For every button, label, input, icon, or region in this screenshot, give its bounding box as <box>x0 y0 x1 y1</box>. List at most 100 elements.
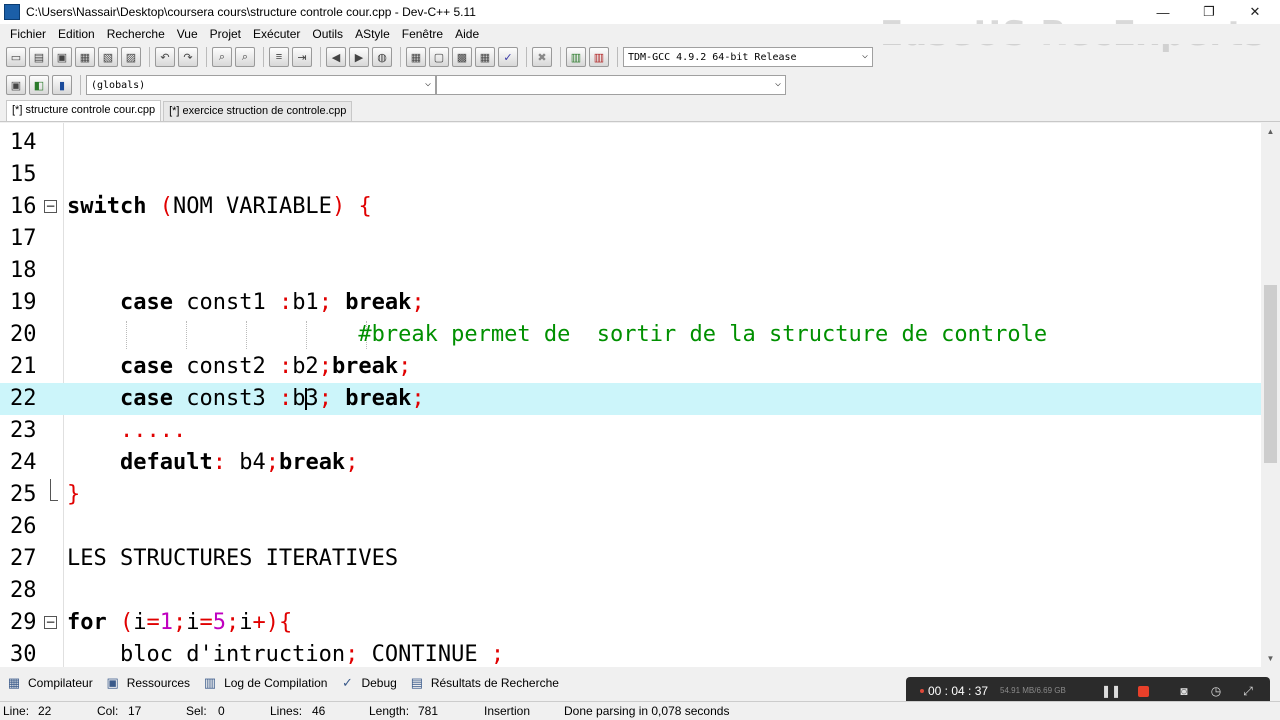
run-icon[interactable]: ▢ <box>429 47 449 67</box>
line-number: 26 <box>10 514 37 539</box>
save-icon[interactable]: ▣ <box>52 47 72 67</box>
status-col-label: Col: <box>97 704 119 718</box>
menu-recherche[interactable]: Recherche <box>101 27 171 41</box>
open-file-icon[interactable]: ▤ <box>29 47 49 67</box>
menu-outils[interactable]: Outils <box>306 27 349 41</box>
profile-icon[interactable]: ▥ <box>566 47 586 67</box>
vertical-scrollbar[interactable]: ▲ ▼ <box>1261 123 1280 667</box>
fullscreen-icon[interactable]: ⤢ <box>1240 683 1256 699</box>
chevron-down-icon: ⌵ <box>424 78 431 89</box>
close-file-icon[interactable]: ▧ <box>98 47 118 67</box>
line-number: 15 <box>10 162 37 187</box>
find-icon[interactable]: ⌕ <box>212 47 232 67</box>
delete-profile-icon[interactable]: ▥ <box>589 47 609 67</box>
devcpp-app-icon <box>4 4 20 20</box>
status-lines-value: 46 <box>312 704 326 718</box>
menu-astyle[interactable]: AStyle <box>349 27 396 41</box>
indent-icon[interactable]: ◀ <box>326 47 346 67</box>
code-line: 30 bloc d'intruction; CONTINUE ; <box>0 639 1261 667</box>
menu-aide[interactable]: Aide <box>449 27 485 41</box>
print-icon[interactable]: ▨ <box>121 47 141 67</box>
pause-icon[interactable]: ❚❚ <box>1101 683 1121 699</box>
toggle-bookmark-icon[interactable]: ▮ <box>52 75 72 95</box>
save-all-icon[interactable]: ▦ <box>75 47 95 67</box>
toolbar-separator <box>80 75 81 95</box>
new-project-icon[interactable]: ▣ <box>6 75 26 95</box>
compiler-select[interactable]: TDM-GCC 4.9.2 64-bit Release ⌵ <box>623 47 873 67</box>
screenshot-icon[interactable]: ◙ <box>1176 683 1192 699</box>
code-editor[interactable]: 14 15 16 − switch (NOM VARIABLE) { 17 18… <box>0 123 1261 667</box>
line-number: 27 <box>10 546 37 571</box>
class-toolbar: ▣ ◧ ▮ (globals) ⌵ ⌵ <box>0 72 1280 98</box>
insert-icon[interactable]: ◧ <box>29 75 49 95</box>
goto-function-icon[interactable]: ⇥ <box>292 47 312 67</box>
code-line: 17 <box>0 223 1261 255</box>
code-text: switch (NOM VARIABLE) { <box>67 194 372 219</box>
syntax-check-icon[interactable]: ✓ <box>498 47 518 67</box>
line-number: 24 <box>10 450 37 475</box>
tab-structure-controle-cour[interactable]: [*] structure controle cour.cpp <box>6 100 162 121</box>
tab-debug[interactable]: ✓ Debug <box>339 675 397 691</box>
rebuild-icon[interactable]: ▦ <box>475 47 495 67</box>
code-text: } <box>67 482 81 507</box>
new-file-icon[interactable]: ▭ <box>6 47 26 67</box>
fold-collapse-icon[interactable]: − <box>44 616 57 629</box>
code-comment: #break permet de sortir de la structure … <box>67 322 1048 347</box>
line-number: 17 <box>10 226 37 251</box>
code-line: 18 <box>0 255 1261 287</box>
tab-log-de-compilation[interactable]: ▥ Log de Compilation <box>202 675 328 691</box>
tab-resultats-de-recherche[interactable]: ▤ Résultats de Recherche <box>409 675 559 691</box>
code-line: 24 default: b4;break; <box>0 447 1261 479</box>
status-length-label: Length: <box>369 704 410 718</box>
stop-execution-icon[interactable]: ✖ <box>532 47 552 67</box>
timer-icon[interactable]: ◷ <box>1208 683 1224 699</box>
line-number: 28 <box>10 578 37 603</box>
tab-compilateur[interactable]: ▦ Compilateur <box>6 675 93 691</box>
code-line: 29 − for (i=1;i=5;i+){ <box>0 607 1261 639</box>
line-number: 14 <box>10 130 37 155</box>
compiler-grid-icon: ▦ <box>7 675 21 690</box>
recording-storage: 54.91 MB/6.69 GB <box>1000 686 1066 695</box>
scroll-up-icon[interactable]: ▲ <box>1261 123 1280 140</box>
code-text: case const2 :b2;break; <box>119 354 412 379</box>
tab-label: Résultats de Recherche <box>430 676 559 690</box>
tab-exercice-struction-de-controle[interactable]: [*] exercice struction de controle.cpp <box>163 101 353 121</box>
toolbar-separator <box>263 47 264 67</box>
line-number: 20 <box>10 322 37 347</box>
code-line: 20 #break permet de sortir de la structu… <box>0 319 1261 351</box>
unindent-icon[interactable]: ▶ <box>349 47 369 67</box>
fold-collapse-icon[interactable]: − <box>44 200 57 213</box>
menu-fenetre[interactable]: Fenêtre <box>396 27 449 41</box>
toolbar-separator <box>526 47 527 67</box>
code-text: LES STRUCTURES ITERATIVES <box>67 546 399 571</box>
menu-fichier[interactable]: Fichier <box>4 27 52 41</box>
line-number: 16 <box>10 194 37 219</box>
toggle-comment-icon[interactable]: ◍ <box>372 47 392 67</box>
symbol-select[interactable]: ⌵ <box>436 75 786 95</box>
scrollbar-thumb[interactable] <box>1264 285 1277 463</box>
scroll-down-icon[interactable]: ▼ <box>1261 650 1280 667</box>
scope-select[interactable]: (globals) ⌵ <box>86 75 436 95</box>
compile-icon[interactable]: ▦ <box>406 47 426 67</box>
status-length-value: 781 <box>418 704 439 718</box>
stop-record-button[interactable] <box>1135 683 1151 699</box>
menu-projet[interactable]: Projet <box>204 27 247 41</box>
status-message: Done parsing in 0,078 seconds <box>564 704 730 718</box>
bar-chart-icon: ▥ <box>203 675 217 690</box>
menu-vue[interactable]: Vue <box>171 27 204 41</box>
menu-edition[interactable]: Edition <box>52 27 101 41</box>
chevron-down-icon: ⌵ <box>861 50 868 61</box>
scope-select-value: (globals) <box>91 79 146 91</box>
code-text: case const1 :b1; break; <box>119 290 425 315</box>
code-text: ..... <box>119 418 187 443</box>
redo-icon[interactable]: ↷ <box>178 47 198 67</box>
editor-tabs: [*] structure controle cour.cpp [*] exer… <box>0 100 1280 122</box>
tab-ressources[interactable]: ▣ Ressources <box>105 675 191 691</box>
menu-executer[interactable]: Exécuter <box>247 27 306 41</box>
status-sel-label: Sel: <box>186 704 207 718</box>
toolbar-separator <box>400 47 401 67</box>
compile-run-icon[interactable]: ▩ <box>452 47 472 67</box>
undo-icon[interactable]: ↶ <box>155 47 175 67</box>
goto-line-icon[interactable]: ≡ <box>269 47 289 67</box>
replace-icon[interactable]: ⌕ <box>235 47 255 67</box>
